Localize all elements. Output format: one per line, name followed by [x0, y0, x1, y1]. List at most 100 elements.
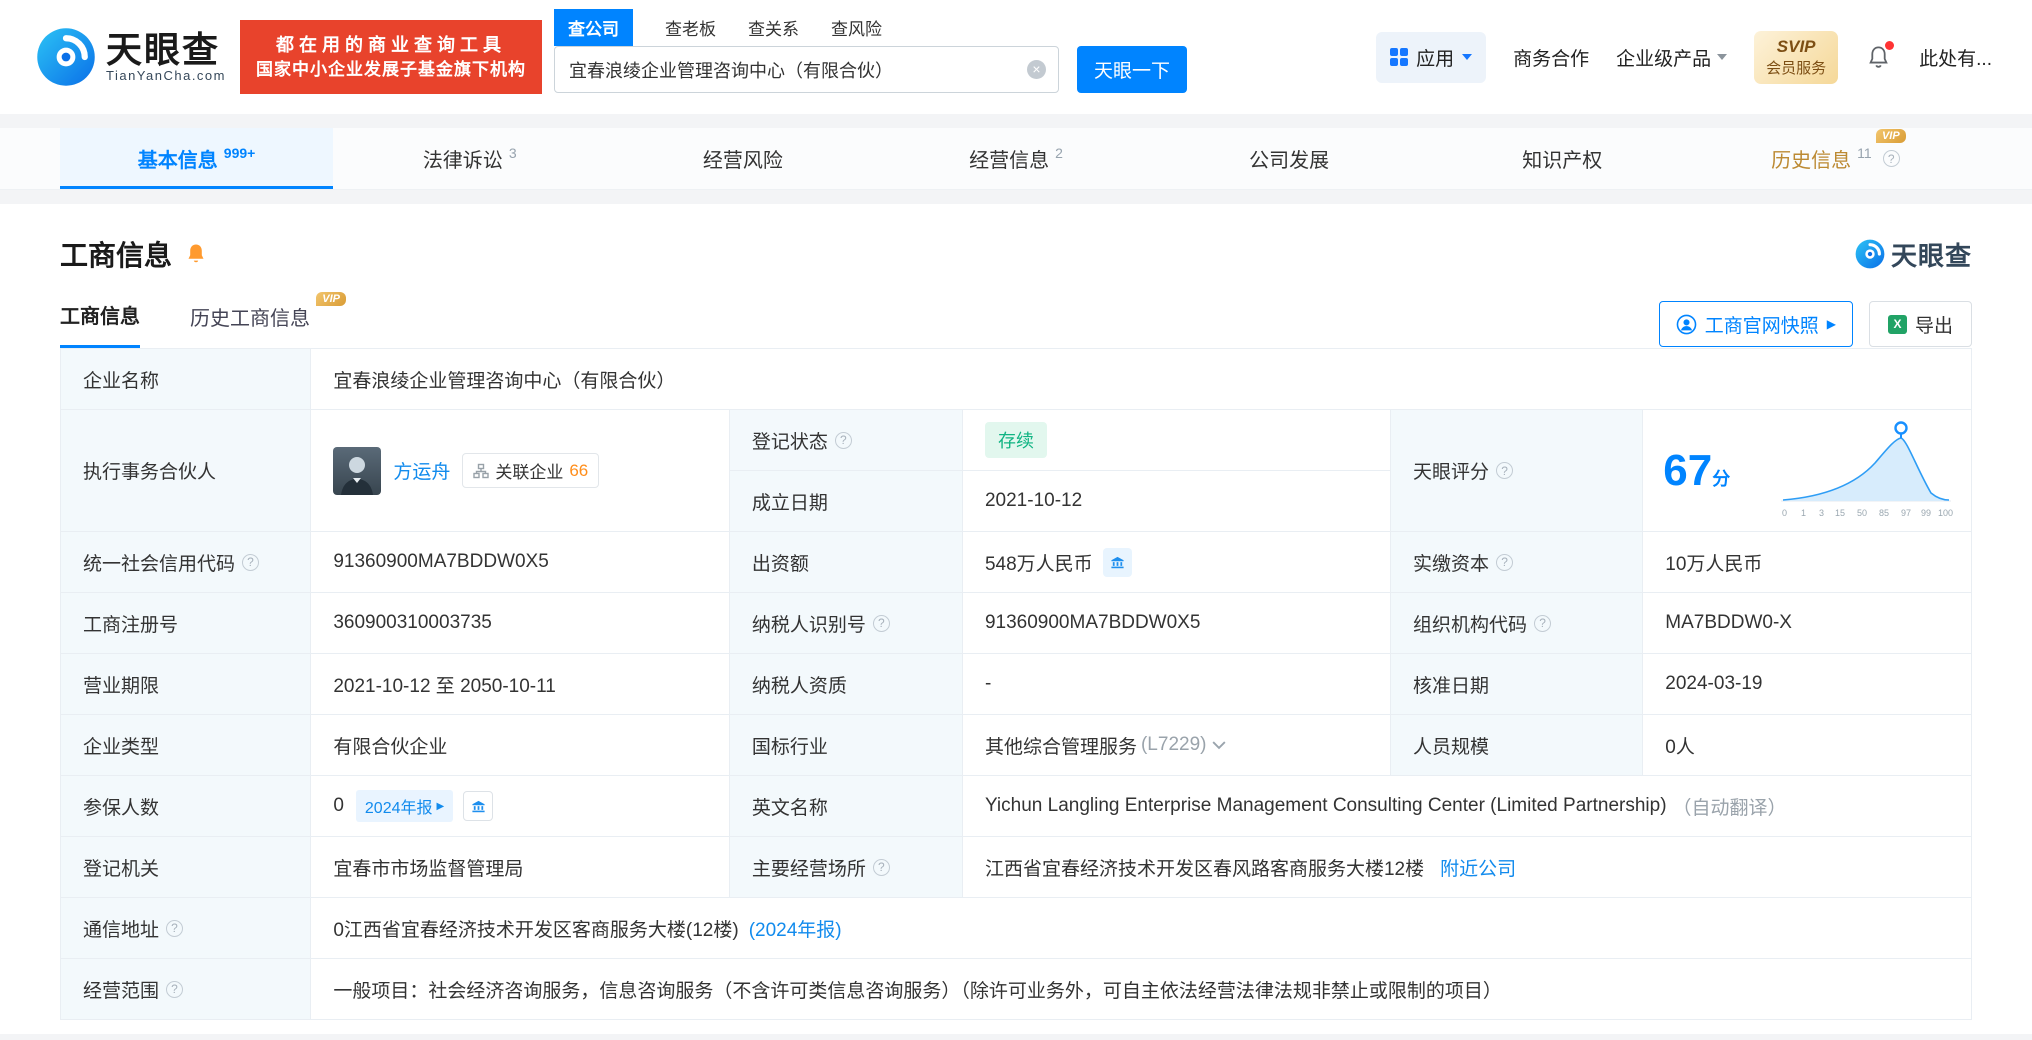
svip-member-badge[interactable]: SVIP 会员服务	[1754, 30, 1839, 84]
industry-label: 国标行业	[729, 715, 963, 776]
page: 天眼查 TianYanCha.com 都在用的商业查询工具 国家中小企业发展子基…	[0, 0, 2032, 1040]
taxpayer-id-label: 纳税人识别号 ?	[729, 593, 963, 654]
clear-icon[interactable]: ×	[1027, 60, 1046, 79]
search-row: × 天眼一下	[554, 46, 1187, 93]
arrow-right-icon: ▶	[436, 800, 445, 812]
nav-tab-company-development[interactable]: 公司发展	[1153, 128, 1426, 189]
chevron-down-icon[interactable]	[1212, 740, 1226, 750]
capital-change-icon-button[interactable]	[1102, 547, 1132, 577]
registration-number-label: 工商注册号	[61, 593, 312, 654]
nav-tab-basic-info[interactable]: 基本信息 999+	[60, 128, 334, 189]
export-label: 导出	[1914, 315, 1953, 337]
help-icon[interactable]: ?	[242, 553, 260, 571]
taxpayer-quality-value: -	[962, 654, 1392, 715]
help-icon[interactable]: ?	[1882, 150, 1900, 167]
help-icon[interactable]: ?	[1534, 614, 1552, 632]
username[interactable]: 此处有...	[1919, 44, 1992, 71]
subtab-actions: 工商官网快照 ▶ X 导出	[1658, 301, 1972, 347]
nav-tab-legal[interactable]: 法律诉讼 3	[333, 128, 606, 189]
search-input[interactable]	[554, 46, 1059, 93]
nav-tab-intellectual-property[interactable]: 知识产权	[1426, 128, 1699, 189]
help-icon[interactable]: ?	[872, 614, 890, 632]
nav-tab-operation-risk[interactable]: 经营风险	[606, 128, 879, 189]
svg-text:50: 50	[1857, 508, 1867, 518]
registry-authority-value: 宜春市市场监督管理局	[311, 837, 730, 898]
subtab-history-business-info[interactable]: 历史工商信息 VIP	[190, 291, 346, 347]
building-icon	[472, 800, 485, 812]
establish-date-label: 成立日期	[729, 471, 963, 532]
nav-tab-history-info[interactable]: VIP 历史信息 11 ?	[1699, 128, 1972, 189]
registration-status-value: 存续	[962, 410, 1392, 471]
subtab-business-info[interactable]: 工商信息	[60, 300, 140, 348]
vip-tag: VIP	[1875, 129, 1906, 143]
nav-tab-operation-info[interactable]: 经营信息 2	[879, 128, 1152, 189]
bank-icon	[1111, 556, 1124, 568]
nav-tab-label: 经营风险	[702, 150, 783, 172]
insured-history-icon-button[interactable]	[463, 791, 494, 821]
tianyan-score-cell[interactable]: 67分 0 1 3 15 50 85 97 99 100	[1643, 410, 1972, 532]
registry-authority-label: 登记机关	[61, 837, 312, 898]
partner-name-link[interactable]: 方运舟	[393, 457, 450, 484]
nav-tab-label: 基本信息	[137, 150, 218, 172]
business-cooperation-link[interactable]: 商务合作	[1513, 44, 1589, 71]
company-type-value: 有限合伙企业	[311, 715, 730, 776]
search-tabs: 查公司 查老板 查关系 查风险	[554, 9, 1187, 46]
premises-label: 主要经营场所 ?	[729, 837, 963, 898]
nav-tab-label: 经营信息	[969, 150, 1050, 172]
subscribe-bell-icon[interactable]	[184, 242, 208, 266]
subtab-label: 历史工商信息	[190, 307, 310, 330]
search-tab-relation[interactable]: 查关系	[748, 15, 799, 46]
staff-size-label: 人员规模	[1391, 715, 1644, 776]
nearby-companies-link[interactable]: 附近公司	[1440, 854, 1516, 881]
registration-status-label: 登记状态 ?	[729, 410, 963, 471]
business-scope-label: 经营范围 ?	[61, 959, 312, 1020]
notification-bell-icon[interactable]	[1865, 40, 1895, 71]
related-count: 66	[569, 460, 589, 480]
official-snapshot-button[interactable]: 工商官网快照 ▶	[1658, 301, 1853, 347]
section-header: 工商信息 天眼查	[0, 234, 2032, 274]
help-icon[interactable]: ?	[872, 858, 890, 876]
promo-badge: 都在用的商业查询工具 国家中小企业发展子基金旗下机构	[240, 19, 542, 95]
annual-report-tag[interactable]: 2024年报 ▶	[355, 790, 454, 822]
notification-dot	[1885, 40, 1895, 50]
partner-avatar[interactable]	[333, 446, 382, 495]
org-code-value: MA7BDDW0-X	[1643, 593, 1972, 654]
divider-strip	[0, 114, 2032, 128]
managing-partner-cell: 方运舟 关联企业 66	[311, 410, 730, 532]
help-icon[interactable]: ?	[166, 980, 184, 998]
vip-tag: VIP	[316, 291, 346, 306]
search-tab-boss[interactable]: 查老板	[665, 15, 716, 46]
insured-count-value: 0 2024年报 ▶	[311, 776, 730, 837]
search-tab-risk[interactable]: 查风险	[831, 15, 882, 46]
annual-report-link[interactable]: (2024年报)	[749, 915, 842, 942]
company-name-value: 宜春浪绫企业管理咨询中心（有限合伙）	[311, 349, 1972, 410]
status-badge: 存续	[984, 422, 1047, 458]
search-tab-company[interactable]: 查公司	[554, 9, 633, 46]
help-icon[interactable]: ?	[834, 431, 852, 449]
capital-label: 出资额	[729, 532, 963, 593]
help-icon[interactable]: ?	[1496, 462, 1514, 479]
company-type-label: 企业类型	[61, 715, 312, 776]
org-chart-icon	[473, 463, 490, 478]
export-button[interactable]: X 导出	[1868, 301, 1972, 347]
enterprise-products-menu[interactable]: 企业级产品	[1616, 44, 1728, 71]
tianyancha-logo[interactable]: 天眼查 TianYanCha.com	[36, 27, 226, 87]
org-code-label: 组织机构代码 ?	[1391, 593, 1644, 654]
search-button[interactable]: 天眼一下	[1077, 46, 1187, 93]
insured-count-label: 参保人数	[61, 776, 312, 837]
divider-strip	[0, 190, 2032, 204]
company-section-nav: 基本信息 999+ 法律诉讼 3 经营风险 经营信息 2 公司发展 知识产权 VIP …	[0, 128, 2032, 190]
search-box: ×	[554, 46, 1059, 93]
related-companies-tag[interactable]: 关联企业 66	[462, 453, 600, 488]
svip-label: SVIP	[1776, 36, 1816, 56]
help-icon[interactable]: ?	[166, 919, 184, 937]
nav-tab-count: 2	[1055, 145, 1063, 161]
mailing-address-label: 通信地址 ?	[61, 898, 312, 959]
apps-button[interactable]: 应用	[1376, 31, 1487, 83]
premises-value: 江西省宜春经济技术开发区春风路客商服务大楼12楼 附近公司	[962, 837, 1972, 898]
arrow-right-icon: ▶	[1826, 317, 1836, 331]
cooperation-label: 商务合作	[1513, 48, 1590, 70]
help-icon[interactable]: ?	[1496, 553, 1514, 571]
taxpayer-id-value: 91360900MA7BDDW0X5	[962, 593, 1392, 654]
capital-value: 548万人民币	[962, 532, 1392, 593]
